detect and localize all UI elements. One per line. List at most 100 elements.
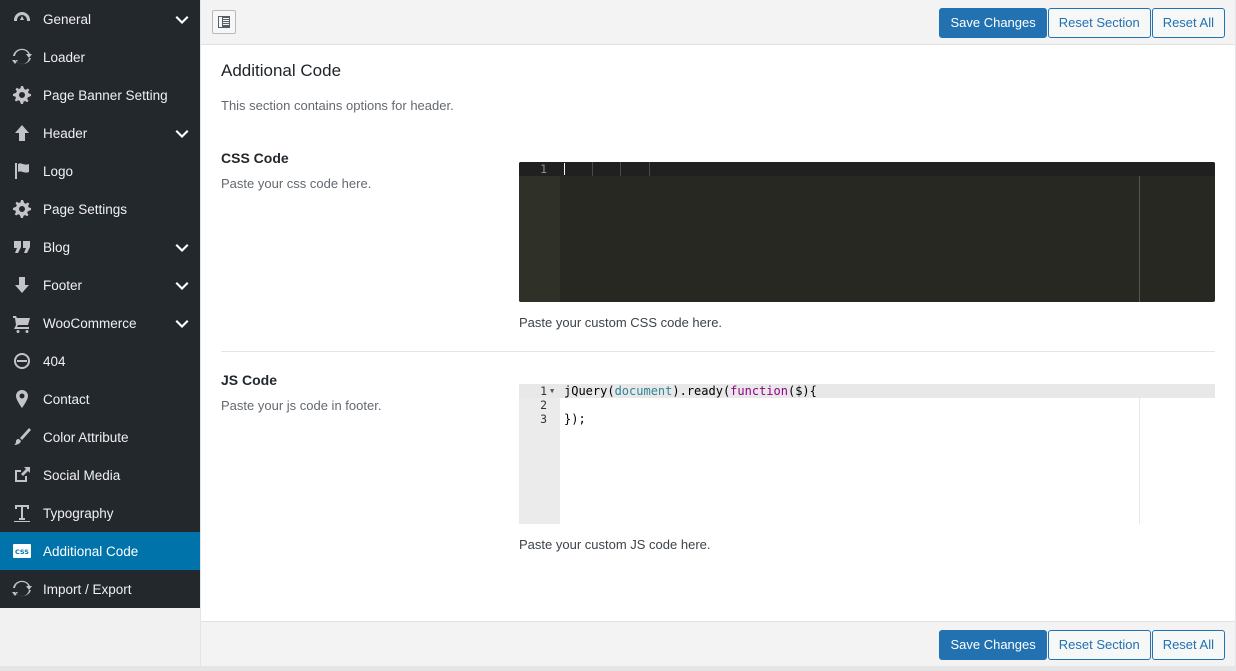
sidebar-item-color-attribute[interactable]: Color Attribute bbox=[0, 418, 200, 456]
svg-text:CSS: CSS bbox=[15, 548, 29, 556]
reset-section-button[interactable]: Reset Section bbox=[1047, 8, 1151, 38]
css-icon: CSS bbox=[11, 540, 33, 562]
sidebar-item-additional-code[interactable]: CSS Additional Code bbox=[0, 532, 200, 570]
sidebar-item-label: Color Attribute bbox=[43, 429, 129, 445]
fold-arrow-icon[interactable]: ▼ bbox=[550, 384, 554, 398]
sidebar-item-footer[interactable]: Footer bbox=[0, 266, 200, 304]
line-number: 1 bbox=[540, 384, 547, 398]
submenu-toggle[interactable] bbox=[175, 126, 189, 140]
sidebar-item-blog[interactable]: Blog bbox=[0, 228, 200, 266]
reset-all-button[interactable]: Reset All bbox=[1151, 630, 1225, 660]
options-panel: General Loader Page Banner Setting Header Lo… bbox=[0, 0, 1236, 671]
sidebar-item-label: Import / Export bbox=[43, 581, 132, 597]
sidebar-item-page-settings[interactable]: Page Settings bbox=[0, 190, 200, 228]
submenu-toggle[interactable] bbox=[175, 12, 189, 26]
gear-icon bbox=[11, 198, 33, 220]
css-field-help: Paste your custom CSS code here. bbox=[519, 315, 723, 330]
sidebar-item-logo[interactable]: Logo bbox=[0, 152, 200, 190]
sidebar-item-404[interactable]: 404 bbox=[0, 342, 200, 380]
flag-icon bbox=[11, 160, 33, 182]
code-token: document bbox=[614, 384, 673, 398]
share-icon bbox=[11, 464, 33, 486]
gear-icon bbox=[11, 84, 33, 106]
line-number: 3 bbox=[540, 412, 547, 426]
bottom-button-group: Save Changes Reset Section Reset All bbox=[938, 630, 1225, 660]
arrow-down-icon bbox=[11, 274, 33, 296]
css-field-title: CSS Code bbox=[221, 150, 289, 166]
sidebar-item-typography[interactable]: Typography bbox=[0, 494, 200, 532]
main-panel: Save Changes Reset Section Reset All Add… bbox=[200, 0, 1236, 666]
sidebar-item-label: Footer bbox=[43, 277, 83, 293]
cart-icon bbox=[11, 312, 33, 334]
text-icon bbox=[11, 502, 33, 524]
submenu-toggle[interactable] bbox=[175, 278, 189, 292]
section-description: This section contains options for header… bbox=[221, 98, 454, 113]
code-line: 2 bbox=[519, 398, 1215, 412]
code-text: }); bbox=[564, 412, 586, 426]
submenu-toggle[interactable] bbox=[175, 240, 189, 254]
reset-section-button[interactable]: Reset Section bbox=[1047, 630, 1151, 660]
text-cursor bbox=[564, 163, 565, 175]
print-margin bbox=[1139, 176, 1140, 302]
sidebar-item-label: Page Settings bbox=[43, 201, 128, 217]
indent-guide bbox=[592, 162, 593, 176]
code-token: function bbox=[730, 384, 788, 398]
code-token: }); bbox=[564, 412, 586, 426]
js-code-editor[interactable]: 1 ▼ jQuery(document).ready(function($){ 2 3}… bbox=[519, 384, 1215, 524]
sidebar-item-social-media[interactable]: Social Media bbox=[0, 456, 200, 494]
chevron-down-icon bbox=[175, 282, 189, 290]
sidebar-item-header[interactable]: Header bbox=[0, 114, 200, 152]
code-text: jQuery(document).ready(function($){ bbox=[564, 384, 817, 398]
refresh-icon bbox=[11, 46, 33, 68]
arrow-up-icon bbox=[11, 122, 33, 144]
top-button-group: Save Changes Reset Section Reset All bbox=[938, 8, 1225, 38]
js-field-subtitle: Paste your js code in footer. bbox=[221, 398, 382, 413]
js-field-title: JS Code bbox=[221, 372, 278, 388]
sidebar-item-label: General bbox=[43, 11, 92, 27]
chevron-down-icon bbox=[175, 130, 189, 138]
code-line: 3}); bbox=[519, 412, 1215, 426]
sidebar-item-import-export[interactable]: Import / Export bbox=[0, 570, 200, 608]
chevron-down-icon bbox=[175, 244, 189, 252]
dashboard-icon bbox=[11, 8, 33, 30]
sidebar-item-label: Social Media bbox=[43, 467, 121, 483]
code-token: ).ready( bbox=[672, 384, 731, 398]
reset-all-button[interactable]: Reset All bbox=[1151, 8, 1225, 38]
location-pin-icon bbox=[11, 388, 33, 410]
chevron-down-icon bbox=[175, 320, 189, 328]
sidebar: General Loader Page Banner Setting Header Lo… bbox=[0, 0, 200, 608]
sidebar-item-woocommerce[interactable]: WooCommerce bbox=[0, 304, 200, 342]
top-toolbar: Save Changes Reset Section Reset All bbox=[201, 0, 1235, 45]
sidebar-item-loader[interactable]: Loader bbox=[0, 38, 200, 76]
line-number: 2 bbox=[540, 398, 547, 412]
divider bbox=[221, 351, 1215, 352]
quote-icon bbox=[11, 236, 33, 258]
submenu-toggle[interactable] bbox=[175, 316, 189, 330]
sidebar-item-page-banner-setting[interactable]: Page Banner Setting bbox=[0, 76, 200, 114]
css-editor-gutter bbox=[519, 162, 560, 302]
css-line-number: 1 bbox=[540, 162, 547, 176]
css-field-subtitle: Paste your css code here. bbox=[221, 176, 372, 191]
refresh-icon bbox=[11, 578, 33, 600]
css-code-editor[interactable]: 1 bbox=[519, 162, 1215, 302]
js-field-help: Paste your custom JS code here. bbox=[519, 537, 711, 552]
sidebar-item-label: Logo bbox=[43, 163, 74, 179]
sidebar-item-contact[interactable]: Contact bbox=[0, 380, 200, 418]
sidebar-item-label: Header bbox=[43, 125, 88, 141]
save-button[interactable]: Save Changes bbox=[939, 630, 1047, 660]
expand-options-button[interactable] bbox=[212, 10, 236, 34]
indent-guide bbox=[649, 162, 650, 176]
sidebar-item-label: 404 bbox=[43, 353, 66, 369]
sidebar-item-label: Page Banner Setting bbox=[43, 87, 168, 103]
layout-icon bbox=[218, 16, 230, 28]
section-title: Additional Code bbox=[221, 61, 342, 80]
sidebar-item-label: Loader bbox=[43, 49, 86, 65]
bottom-toolbar: Save Changes Reset Section Reset All bbox=[201, 621, 1235, 666]
code-token: jQuery( bbox=[564, 384, 615, 398]
no-entry-icon bbox=[11, 350, 33, 372]
sidebar-empty-area bbox=[0, 608, 200, 671]
sidebar-item-label: Blog bbox=[43, 239, 71, 255]
save-button[interactable]: Save Changes bbox=[939, 8, 1047, 38]
sidebar-item-general[interactable]: General bbox=[0, 0, 200, 38]
sidebar-item-label: Additional Code bbox=[43, 543, 139, 559]
